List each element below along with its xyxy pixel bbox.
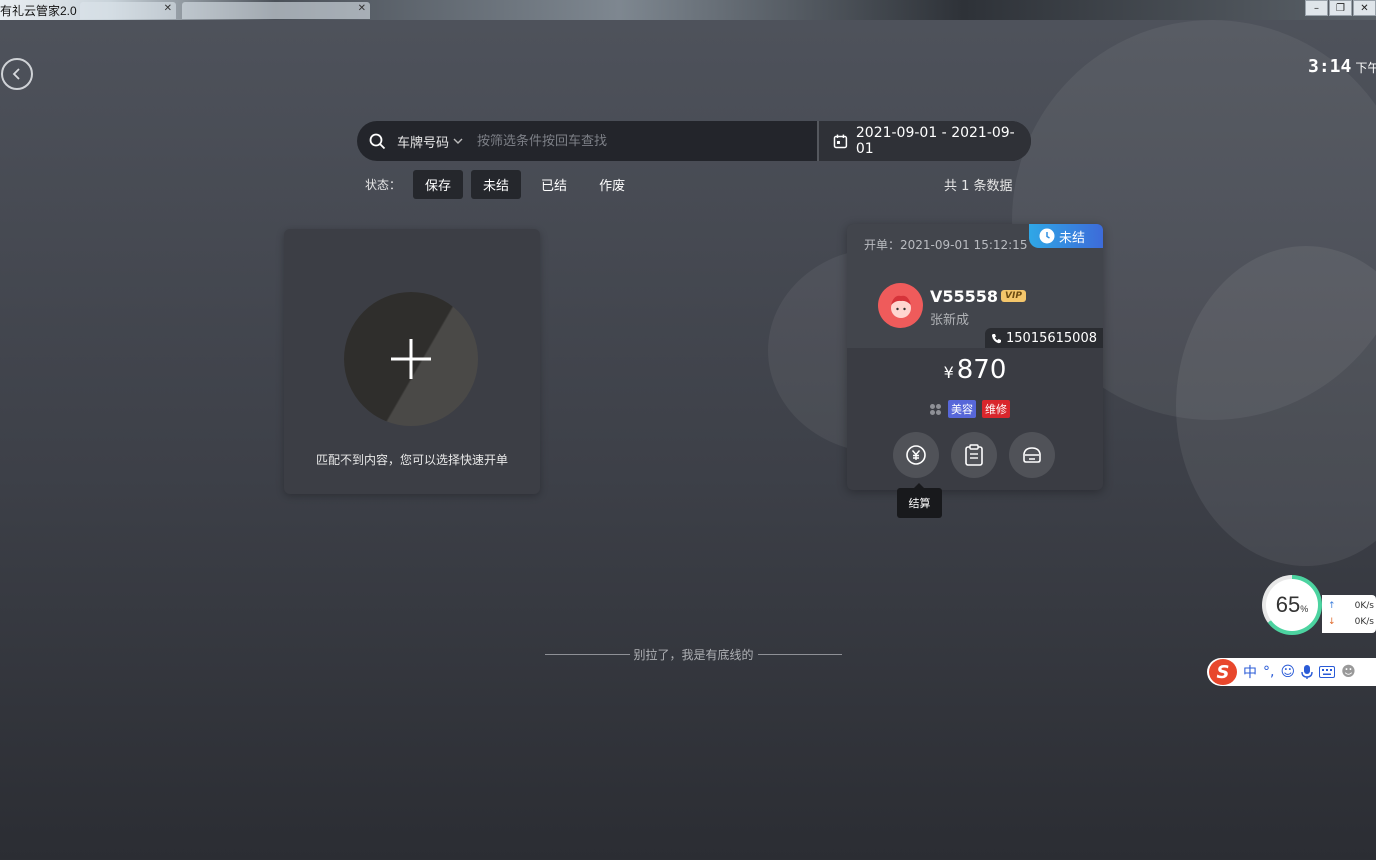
search-field-select[interactable]: 车牌号码 — [397, 132, 477, 151]
order-open-time: 开单：2021-09-01 15:12:15 — [864, 238, 1028, 252]
divider — [757, 654, 843, 655]
upload-speed: 0K/s — [1354, 601, 1374, 611]
status-chip-void[interactable]: 作废 — [587, 170, 637, 199]
keyboard-icon[interactable] — [1319, 666, 1336, 678]
license-plate: V55558 — [930, 287, 999, 306]
status-chip-settled[interactable]: 已结 — [529, 170, 579, 199]
clock-time: 3:14 — [1308, 56, 1352, 77]
download-arrow-icon: ↓ — [1328, 617, 1336, 627]
sogou-logo-icon[interactable]: S — [1209, 659, 1237, 685]
chevron-down-icon — [453, 138, 463, 144]
date-range-text: 2021-09-01 - 2021-09-01 — [855, 125, 1015, 157]
search-field-label: 车牌号码 — [397, 135, 450, 151]
upload-arrow-icon: ↑ — [1328, 601, 1336, 611]
search-input[interactable] — [477, 133, 807, 149]
tag-repair: 维修 — [982, 400, 1010, 418]
end-of-list-text: 别拉了，我是有底线的 — [633, 648, 754, 662]
emoji-icon[interactable]: ☺ — [1280, 664, 1295, 680]
user-icon[interactable]: ☻ — [1341, 664, 1356, 680]
clock: 3:14 下午 — [1308, 56, 1376, 77]
search-bar: 车牌号码 2021-09-01 - 2021-09-01 — [357, 121, 1031, 161]
calendar-icon — [833, 134, 848, 148]
browser-tab[interactable]: ✕ — [80, 2, 176, 19]
record-count: 共 1 条数据 — [944, 179, 1013, 194]
settle-button[interactable] — [893, 432, 939, 478]
plus-icon — [391, 339, 431, 379]
back-button[interactable] — [1, 58, 33, 90]
microphone-icon[interactable] — [1301, 664, 1313, 680]
order-amount: ¥870 — [847, 355, 1103, 385]
window-title: 有礼云管家2.0 — [0, 4, 77, 18]
clipboard-icon — [965, 444, 983, 466]
status-filter: 状态： 保存 未结 已结 作废 — [365, 170, 637, 199]
amount-value: 870 — [956, 355, 1007, 385]
end-of-list: 别拉了，我是有底线的 — [545, 646, 843, 663]
ime-punctuation-toggle[interactable]: °, — [1263, 664, 1274, 680]
tab-close-icon[interactable]: ✕ — [358, 3, 366, 14]
status-chip-unsettled[interactable]: 未结 — [471, 170, 522, 199]
memory-usage-ring: 65% — [1262, 575, 1322, 635]
memory-percent-unit: % — [1300, 604, 1309, 614]
car-icon — [1023, 447, 1041, 463]
date-range-picker[interactable]: 2021-09-01 - 2021-09-01 — [817, 121, 1031, 161]
add-order-button[interactable] — [344, 292, 478, 426]
owner-name: 张新成 — [930, 313, 970, 328]
quick-open-card[interactable]: 匹配不到内容，您可以选择快速开单 — [284, 229, 540, 494]
clock-ampm: 下午 — [1355, 61, 1376, 75]
grid-icon — [930, 403, 941, 415]
browser-tab-active[interactable]: ✕ — [182, 2, 370, 19]
avatar-icon — [890, 295, 911, 318]
memory-percent: 65 — [1275, 592, 1301, 617]
currency-symbol: ¥ — [943, 363, 954, 382]
tag-beauty: 美容 — [948, 400, 976, 418]
order-card[interactable]: 开单：2021-09-01 15:12:15 未结 V55558 VIP 张新成… — [847, 224, 1103, 490]
chevron-left-icon — [12, 68, 20, 80]
network-speed-widget[interactable]: 65% ↑ 0K/s ↓ 0K/s — [1262, 575, 1376, 635]
settle-icon — [906, 445, 926, 465]
service-tags: 美容 维修 — [929, 400, 1010, 418]
status-chip-saved[interactable]: 保存 — [413, 170, 464, 199]
status-badge: 未结 — [1029, 224, 1103, 248]
status-badge-label: 未结 — [1059, 230, 1086, 246]
quick-open-hint: 匹配不到内容，您可以选择快速开单 — [315, 453, 508, 467]
status-label: 状态： — [365, 178, 402, 192]
settle-tooltip: 结算 — [897, 483, 942, 518]
phone-icon — [991, 333, 1002, 343]
net-speeds: ↑ 0K/s ↓ 0K/s — [1322, 595, 1376, 633]
ime-language-toggle[interactable]: 中 — [1243, 662, 1257, 682]
phone-number: 15015615008 — [985, 328, 1103, 348]
vip-badge: VIP — [1001, 290, 1026, 302]
window-titlebar: 有礼云管家2.0 ✕ ✕ – ❐ ✕ — [0, 0, 1376, 20]
search-icon — [357, 121, 397, 161]
download-speed: 0K/s — [1354, 617, 1374, 627]
order-detail-button[interactable] — [951, 432, 997, 478]
divider — [545, 654, 630, 655]
avatar — [878, 283, 923, 328]
ime-toolbar: S 中 °, ☺ ☻ — [1207, 658, 1376, 686]
close-button[interactable]: ✕ — [1353, 0, 1376, 16]
vehicle-button[interactable] — [1009, 432, 1055, 478]
phone-text: 15015615008 — [1006, 330, 1097, 346]
minimize-button[interactable]: – — [1305, 0, 1328, 16]
window-controls: – ❐ ✕ — [1304, 0, 1376, 18]
maximize-button[interactable]: ❐ — [1329, 0, 1352, 16]
clock-icon — [1039, 228, 1055, 244]
tab-close-icon[interactable]: ✕ — [164, 3, 172, 14]
order-actions — [893, 432, 1055, 478]
